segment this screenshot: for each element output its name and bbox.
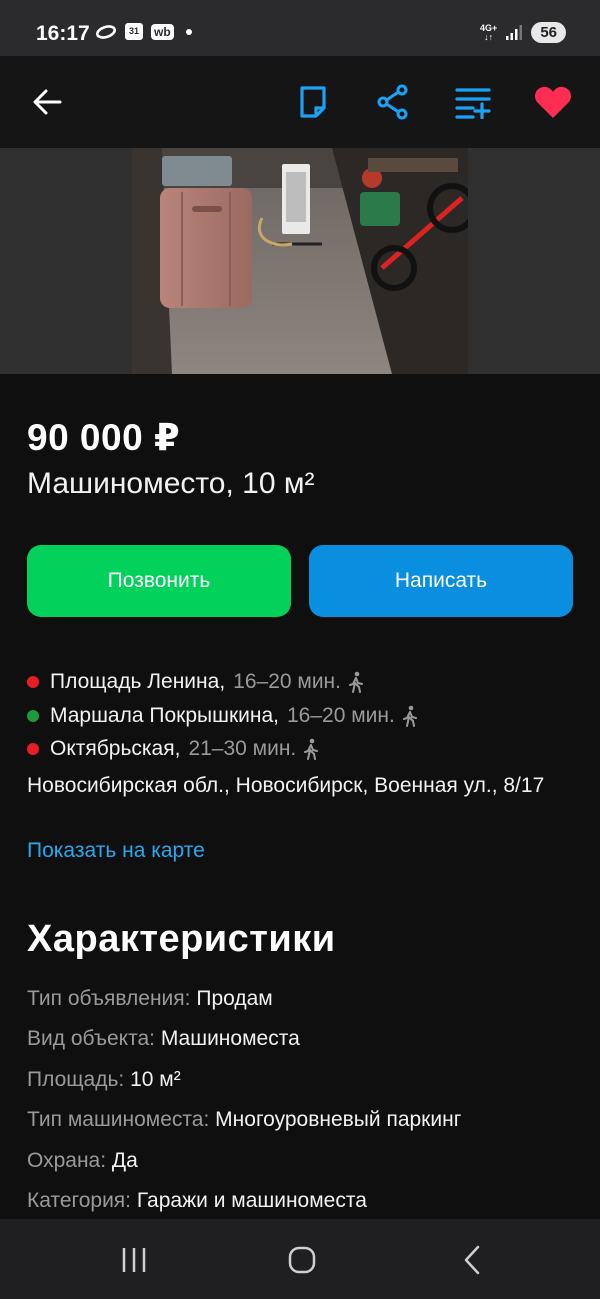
heart-icon: [535, 86, 571, 118]
metro-walk-time: 16–20 мин.: [233, 670, 341, 693]
metro-station-name: Октябрьская,: [50, 737, 181, 760]
characteristic-value: 10 м²: [130, 1068, 181, 1091]
metro-line-dot-icon: [27, 676, 39, 688]
share-button[interactable]: [373, 82, 413, 122]
status-time: 16:17: [36, 22, 90, 45]
characteristic-key: Тип объявления:: [27, 987, 191, 1010]
note-button[interactable]: [293, 82, 333, 122]
metro-line-dot-icon: [27, 710, 39, 722]
share-icon: [377, 84, 408, 120]
characteristic-value: Гаражи и машиноместа: [136, 1189, 367, 1212]
metro-station: Октябрьская, 21–30 мин.: [27, 737, 320, 761]
characteristic-value: Машиноместа: [160, 1027, 300, 1050]
characteristic-key: Охрана:: [27, 1149, 107, 1172]
network-type: 4G+ ↓↑: [480, 22, 498, 42]
battery-level: 56: [531, 22, 566, 43]
garage-photo-image: [132, 148, 468, 374]
system-back-icon: [464, 1245, 480, 1275]
call-button-label: Позвонить: [107, 569, 211, 592]
metro-station-name: Площадь Ленина,: [50, 670, 226, 693]
characteristic-row: Вид объекта: Машиноместа: [27, 1027, 300, 1051]
listing-title: Машиноместо, 10 м²: [27, 467, 315, 500]
walking-person-icon: [302, 738, 320, 760]
characteristic-row: Тип объявления: Продам: [27, 987, 273, 1011]
characteristic-key: Тип машиноместа:: [27, 1108, 210, 1131]
characteristic-row: Тип машиноместа: Многоуровневый паркинг: [27, 1108, 461, 1132]
characteristic-value: Да: [111, 1149, 138, 1172]
characteristic-key: Вид объекта:: [27, 1027, 155, 1050]
wb-app-icon: wb: [151, 23, 174, 40]
metro-station-name: Маршала Покрышкина,: [50, 704, 279, 727]
dot-icon: [185, 28, 192, 35]
status-bar: 16:17 31 wb 4G+ ↓↑ 56: [0, 0, 600, 56]
characteristic-key: Площадь:: [27, 1068, 125, 1091]
listing-address: Новосибирская обл., Новосибирск, Военная…: [27, 774, 545, 797]
status-notification-icons: 31 wb: [95, 23, 192, 40]
characteristic-row: Охрана: Да: [27, 1149, 138, 1173]
metro-station: Маршала Покрышкина, 16–20 мин.: [27, 704, 419, 728]
show-on-map-link[interactable]: Показать на карте: [27, 839, 205, 863]
top-app-bar: [0, 56, 600, 148]
walking-person-icon: [401, 705, 419, 727]
status-system-icons: 4G+ ↓↑ 56: [480, 22, 566, 43]
recent-apps-button[interactable]: [114, 1242, 154, 1278]
favorite-button[interactable]: [533, 82, 573, 122]
compare-list-icon: [455, 88, 491, 119]
characteristic-key: Категория:: [27, 1189, 132, 1212]
write-button-label: Написать: [394, 569, 488, 592]
back-button[interactable]: [27, 82, 67, 122]
characteristic-row: Площадь: 10 м²: [27, 1068, 181, 1092]
metro-walk-time: 16–20 мин.: [287, 704, 395, 727]
system-navigation-bar: [0, 1219, 600, 1299]
signal-icon: [506, 24, 523, 40]
characteristic-row: Категория: Гаражи и машиноместа: [27, 1189, 367, 1213]
call-button[interactable]: Позвонить: [27, 545, 291, 617]
listing-price: 90 000 ₽: [27, 417, 181, 458]
system-back-button[interactable]: [452, 1242, 492, 1278]
compare-button[interactable]: [453, 82, 493, 122]
metro-station: Площадь Ленина, 16–20 мин.: [27, 670, 365, 694]
walking-person-icon: [347, 671, 365, 693]
listing-photo[interactable]: [132, 148, 468, 374]
characteristic-value: Продам: [196, 987, 273, 1010]
home-icon: [288, 1246, 316, 1274]
calendar-icon: 31: [125, 23, 143, 40]
characteristic-value: Многоуровневый паркинг: [215, 1108, 462, 1131]
photo-gallery[interactable]: [0, 148, 600, 374]
recent-apps-icon: [122, 1248, 146, 1272]
metro-line-dot-icon: [27, 743, 39, 755]
metro-walk-time: 21–30 мин.: [188, 737, 297, 760]
loop-icon: [96, 24, 116, 39]
note-icon: [300, 86, 326, 118]
characteristics-heading: Характеристики: [27, 918, 336, 960]
write-button[interactable]: Написать: [309, 545, 573, 617]
home-button[interactable]: [282, 1242, 322, 1278]
back-arrow-icon: [33, 89, 62, 115]
